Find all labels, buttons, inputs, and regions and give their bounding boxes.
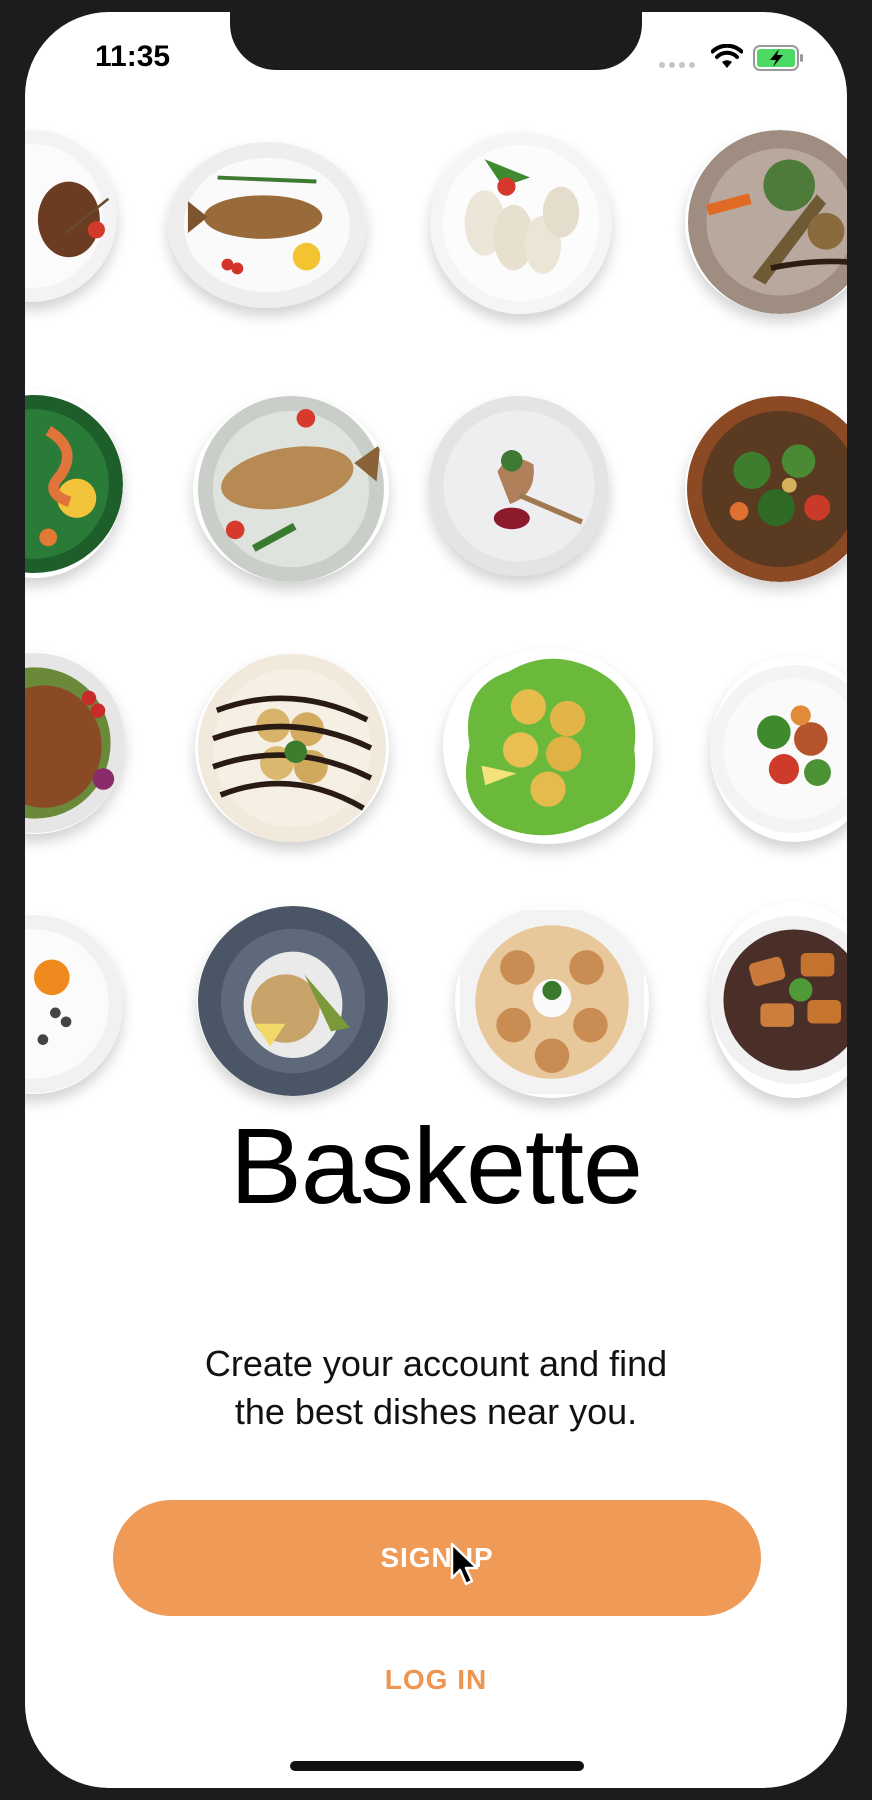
cell-signal-icon [659, 62, 695, 68]
login-button[interactable]: LOG IN [25, 1664, 847, 1696]
app-tagline: Create your account and find the best di… [25, 1340, 847, 1436]
food-plate-image [25, 914, 123, 1094]
app-tagline-line-2: the best dishes near you. [234, 1391, 638, 1432]
app-screen: 11:35 Baskette Create your account and f… [25, 12, 847, 1788]
food-plate-image [430, 132, 612, 314]
app-tagline-line-1: Create your account and find [204, 1343, 668, 1384]
food-plate-image [710, 656, 847, 842]
food-plate-image [197, 906, 389, 1096]
wifi-icon [711, 44, 743, 68]
home-indicator[interactable] [290, 1761, 584, 1771]
food-plate-image [685, 396, 847, 582]
food-plate-image [25, 652, 125, 834]
food-plate-image [195, 654, 389, 842]
food-plate-image [193, 396, 389, 582]
food-plate-image [25, 390, 123, 578]
food-plate-image [443, 648, 653, 844]
food-plate-image [429, 396, 609, 576]
battery-charging-icon [753, 45, 803, 71]
food-plate-image [25, 130, 117, 302]
status-time: 11:35 [95, 40, 171, 73]
food-plate-image [685, 130, 847, 314]
app-title: Baskette [229, 1105, 643, 1226]
device-notch [230, 12, 642, 70]
food-plate-image [168, 142, 366, 308]
food-plate-image [455, 906, 649, 1098]
food-plate-image [710, 902, 847, 1098]
cursor-arrow-icon [450, 1542, 479, 1586]
signup-button[interactable]: SIGNUP [113, 1500, 761, 1616]
